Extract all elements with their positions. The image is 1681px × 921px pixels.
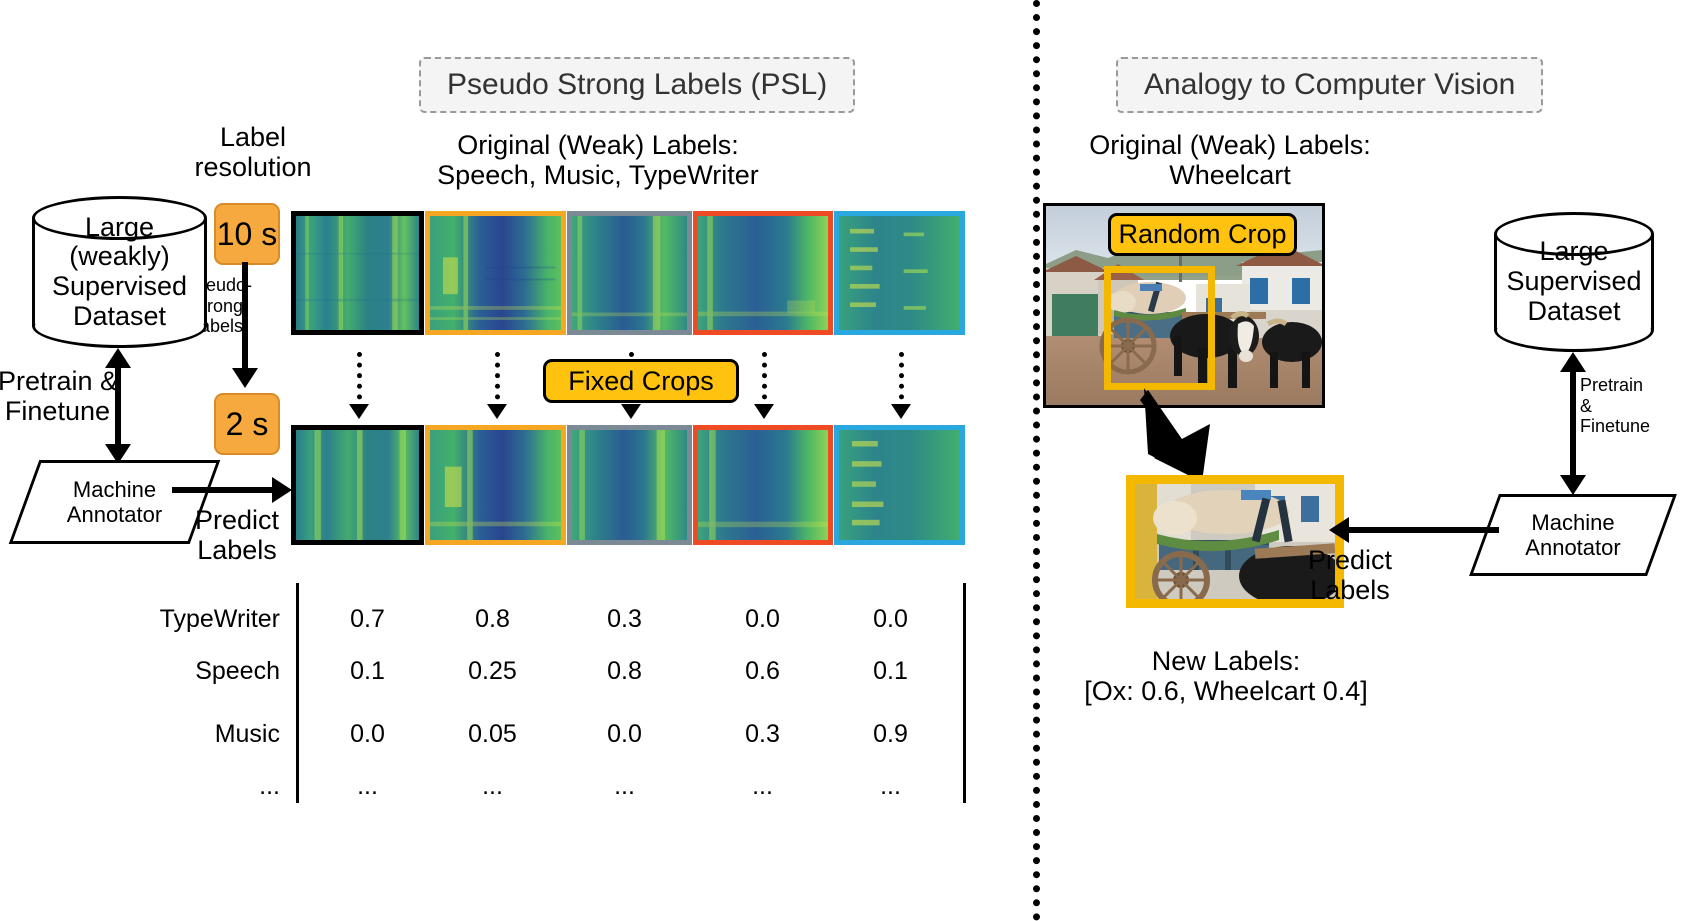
predict-arrow-shaft-right	[1349, 527, 1499, 533]
table-cell: ...	[482, 772, 503, 800]
table-cell: 0.9	[873, 720, 908, 748]
spectrogram-bottom-2	[425, 425, 566, 545]
fixed-crops-badge: Fixed Crops	[543, 359, 739, 403]
predict-labels-caption-right: Predict Labels	[1307, 545, 1393, 606]
table-cell: 0.7	[350, 605, 385, 633]
predict-arrow-head-left	[272, 477, 292, 503]
diagram-canvas: Pseudo Strong Labels (PSL) Analogy to Co…	[0, 0, 1681, 921]
predict-arrow-head-right	[1329, 517, 1349, 543]
crop-to-result-arrow	[1140, 388, 1210, 482]
crop-arrow-line-5	[899, 352, 904, 410]
table-cell: ...	[357, 772, 378, 800]
predict-labels-caption-left: Predict Labels	[194, 505, 280, 566]
random-crop-box	[1104, 266, 1215, 390]
table-row-label: ...	[259, 772, 280, 800]
spectrogram-top-3	[567, 211, 692, 335]
table-cell: 0.8	[607, 657, 642, 685]
predict-arrow-shaft-left	[172, 487, 277, 493]
spectrogram-top-2	[425, 211, 566, 335]
spectrogram-image	[296, 430, 419, 540]
machine-annotator-right: Machine Annotator	[1469, 494, 1677, 576]
section-title-cv: Analogy to Computer Vision	[1116, 57, 1544, 113]
table-row-label: Speech	[195, 657, 280, 685]
section-title-psl: Pseudo Strong Labels (PSL)	[419, 57, 856, 113]
table-cell: 0.25	[468, 657, 517, 685]
spectrogram-image	[572, 216, 687, 330]
pretrain-arrow-head-up-right	[1560, 352, 1586, 372]
table-cell: ...	[752, 772, 773, 800]
crop-arrow-head-5	[891, 404, 911, 419]
resolution-2s-box: 2 s	[214, 393, 280, 455]
spectrogram-bottom-5	[834, 425, 965, 545]
spectrogram-image	[698, 216, 828, 330]
crop-arrow-head-4	[754, 404, 774, 419]
pretrain-arrow-head-down-right	[1560, 475, 1586, 495]
spectrogram-bottom-4	[693, 425, 833, 545]
table-cell: 0.05	[468, 720, 517, 748]
table-right-line	[963, 583, 966, 803]
table-cell: 0.0	[607, 720, 642, 748]
pretrain-arrow-shaft-right	[1570, 372, 1576, 477]
spectrogram-image	[296, 216, 419, 330]
spectrogram-image	[572, 430, 687, 540]
table-cell: ...	[880, 772, 901, 800]
table-cell: 0.1	[350, 657, 385, 685]
table-cell: 0.3	[745, 720, 780, 748]
crop-arrow-line-2	[495, 352, 500, 410]
pretrain-arrow-head-up-left	[105, 348, 131, 368]
table-cell: 0.6	[745, 657, 780, 685]
table-cell: 0.3	[607, 605, 642, 633]
dataset-label: Large (weakly) Supervised Dataset	[51, 211, 188, 331]
spectrogram-top-1	[291, 211, 424, 335]
new-labels-caption: New Labels: [Ox: 0.6, Wheelcart 0.4]	[1084, 646, 1368, 707]
resolution-arrow-head	[232, 368, 258, 388]
table-row-label: TypeWriter	[159, 605, 280, 633]
spectrogram-image	[430, 216, 561, 330]
table-cell: 0.8	[475, 605, 510, 633]
label-resolution-caption: Label resolution	[194, 122, 312, 183]
pretrain-finetune-caption-right: Pretrain & Finetune	[1580, 375, 1651, 437]
spectrogram-image	[698, 430, 828, 540]
dataset-label-right: Large Supervised Dataset	[1506, 236, 1642, 326]
spectrogram-image	[839, 430, 960, 540]
spectrogram-top-5	[834, 211, 965, 335]
spectrogram-bottom-1	[291, 425, 424, 545]
crop-arrow-head-2	[487, 404, 507, 419]
table-cell: 0.0	[350, 720, 385, 748]
machine-annotator-label-left: Machine Annotator	[66, 476, 163, 527]
weakly-supervised-dataset: Large (weakly) Supervised Dataset	[32, 196, 207, 348]
crop-arrow-head-1	[349, 404, 369, 419]
spectrogram-image	[839, 216, 960, 330]
random-crop-badge: Random Crop	[1108, 213, 1297, 256]
supervised-dataset-right: Large Supervised Dataset	[1494, 212, 1654, 352]
pretrain-finetune-caption-left: Pretrain & Finetune	[0, 366, 119, 427]
table-cell: 0.0	[745, 605, 780, 633]
table-separator-line	[296, 583, 299, 803]
table-cell: ...	[614, 772, 635, 800]
crop-arrow-line-1	[357, 352, 362, 410]
crop-arrow-head-3	[621, 404, 641, 419]
crop-arrow-line-4	[762, 352, 767, 410]
table-cell: 0.0	[873, 605, 908, 633]
original-weak-labels-left: Original (Weak) Labels: Speech, Music, T…	[437, 130, 759, 191]
original-weak-labels-right: Original (Weak) Labels: Wheelcart	[1089, 130, 1371, 191]
spectrogram-image	[430, 430, 561, 540]
table-cell: 0.1	[873, 657, 908, 685]
spectrogram-bottom-3	[567, 425, 692, 545]
machine-annotator-label-right: Machine Annotator	[1525, 509, 1621, 560]
spectrogram-top-4	[693, 211, 833, 335]
resolution-10s-box: 10 s	[214, 203, 280, 265]
table-row-label: Music	[214, 720, 280, 748]
